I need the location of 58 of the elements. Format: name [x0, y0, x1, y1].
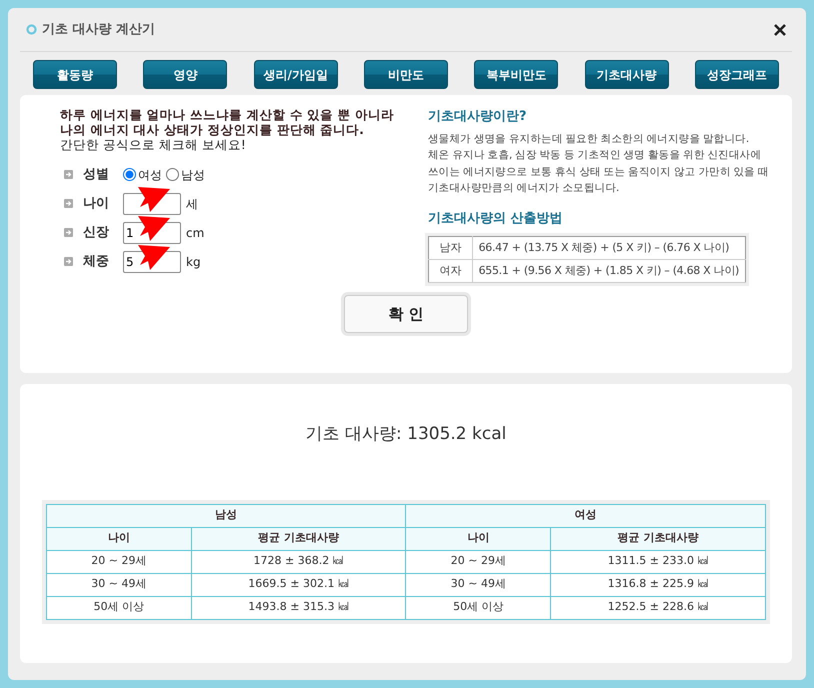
table-cell: 1252.5 ± 228.6 ㎉ [550, 596, 766, 619]
table-cell: 남자 [428, 236, 472, 260]
info-heading: 기초대사량이란? [428, 108, 528, 126]
cursor-arrow-icon [136, 244, 172, 270]
confirm-button[interactable]: 확 인 [344, 295, 468, 333]
group-header: 남성 [46, 504, 406, 527]
table-cell: 50세 이상 [406, 596, 551, 619]
radio-button[interactable] [123, 168, 136, 181]
group-header: 여성 [406, 504, 766, 527]
field-label: 나이 [83, 194, 110, 213]
unit-text: kg [186, 254, 201, 270]
tab-button[interactable]: 성장그래프 [694, 60, 779, 89]
table-cell: 20 ~ 29세 [46, 550, 192, 573]
table-cell: 1493.8 ± 315.3 ㎉ [191, 596, 406, 619]
result-text: 기초 대사량: 1305.2 kcal [306, 423, 506, 446]
bullet-arrow-icon [64, 257, 73, 266]
table-cell: 1311.5 ± 233.0 ㎉ [550, 550, 766, 573]
field-label: 신장 [83, 224, 110, 242]
formula-heading: 기초대사량의 산출방법 [428, 210, 564, 228]
ring-icon [26, 24, 37, 35]
cursor-arrow-icon [136, 186, 172, 212]
bullet-arrow-icon [64, 228, 73, 237]
table-cell: 1728 ± 368.2 ㎉ [191, 550, 406, 573]
table-cell: 여자 [428, 260, 472, 282]
field-label: 체중 [83, 252, 110, 271]
tab-button[interactable]: 영양 [143, 60, 228, 89]
tab-button[interactable]: 기초대사량 [584, 60, 669, 89]
bullet-arrow-icon [64, 170, 73, 179]
column-header: 평균 기초대사량 [191, 527, 406, 550]
close-icon[interactable] [774, 24, 786, 36]
tab-button[interactable]: 생리/가임일 [254, 60, 338, 89]
radio-label: 남성 [181, 166, 205, 184]
tab-button[interactable]: 활동량 [33, 60, 117, 89]
table-cell: 1669.5 ± 302.1 ㎉ [191, 573, 406, 596]
bullet-arrow-icon [64, 199, 73, 208]
window-title: 기초 대사량 계산기 [42, 20, 156, 39]
table-cell: 1316.8 ± 225.9 ㎉ [550, 573, 766, 596]
tab-button[interactable]: 복부비만도 [474, 60, 558, 89]
table-cell: 20 ~ 29세 [406, 550, 551, 573]
column-header: 나이 [46, 527, 192, 550]
unit-text: 세 [186, 196, 198, 212]
tab-button[interactable]: 비만도 [364, 60, 448, 89]
field-label: 성별 [83, 166, 110, 184]
table-cell: 655.1 + (9.56 X 체중) + (1.85 X 키) – (4.68 X 나이) [472, 260, 746, 282]
info-paragraph: 생물체가 생명을 유지하는데 필요한 최소한의 에너지량을 말합니다. 체온 유지나 호흡, 심장 박동 등 기초적인 생명 활동을 위한 신진대사에 쓰이는 에너지량으로 보통 휴식 상태 또는 움직이지 않고 가만히 있을 때 기초대사량만큼의 에너지가 소모됩니다. [428, 132, 769, 196]
cursor-arrow-icon [136, 216, 172, 242]
table-cell: 50세 이상 [46, 596, 192, 619]
unit-text: cm [186, 224, 204, 242]
intro-text: 간단한 공식으로 체크해 보세요! [60, 137, 247, 152]
table-cell: 30 ~ 49세 [406, 573, 551, 596]
radio-label: 여성 [138, 166, 162, 184]
table-cell: 30 ~ 49세 [46, 573, 192, 596]
table-cell: 66.47 + (13.75 X 체중) + (5 X 키) – (6.76 X 나이) [472, 236, 746, 260]
radio-button[interactable] [166, 168, 179, 181]
intro-text: 나의 에너지 대사 상태가 정상인지를 판단해 줍니다. [60, 122, 365, 137]
column-header: 평균 기초대사량 [550, 527, 766, 550]
intro-text: 하루 에너지를 얼마나 쓰느냐를 계산할 수 있을 뿐 아니라 [60, 107, 395, 122]
column-header: 나이 [406, 527, 551, 550]
